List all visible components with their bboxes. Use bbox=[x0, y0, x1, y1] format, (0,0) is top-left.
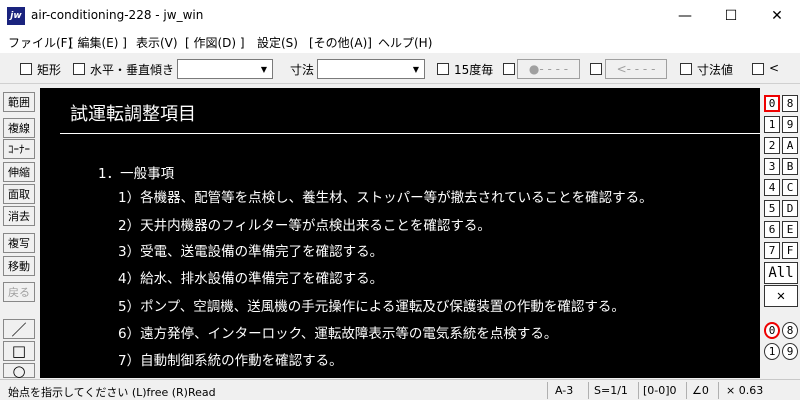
arrow-checkbox[interactable] bbox=[590, 63, 602, 75]
layer-button-7[interactable]: 7 bbox=[764, 242, 780, 259]
horizontal-vertical-label: 水平・垂直 bbox=[90, 63, 151, 77]
document-title: 試運転調整項目 bbox=[70, 104, 196, 125]
menu-edit[interactable]: [ 編集(E) ] bbox=[69, 34, 127, 51]
layer-button-c[interactable]: C bbox=[782, 179, 798, 196]
slope-select[interactable]: ▼ bbox=[177, 59, 273, 79]
extra-label: < bbox=[769, 61, 780, 75]
scale[interactable]: S=1/1 bbox=[594, 384, 628, 397]
line-tool-button[interactable]: ／ bbox=[3, 319, 35, 339]
layer-button-6[interactable]: 6 bbox=[764, 221, 780, 238]
range-button[interactable]: 範囲 bbox=[3, 92, 35, 112]
undo-button[interactable]: 戻る bbox=[3, 282, 35, 302]
document-line: 6）遠方発停、インターロック、運転故障表示等の電気系統を点検する。 bbox=[118, 326, 558, 342]
rect-checkbox[interactable] bbox=[20, 63, 32, 75]
layer-button-8[interactable]: 8 bbox=[782, 95, 798, 112]
menu-help[interactable]: ヘルプ(H) bbox=[378, 34, 432, 51]
group-button-1[interactable]: 1 bbox=[764, 343, 780, 360]
zoom-level[interactable]: × 0.63 bbox=[726, 384, 763, 397]
status-divider bbox=[588, 382, 589, 399]
menu-bar: ファイル(F) [ 編集(E) ] 表示(V) [ 作図(D) ] 設定(S) … bbox=[0, 31, 800, 53]
document-line: 5）ポンプ、空調機、送風機の手元操作による運転及び保護装置の作動を確認する。 bbox=[118, 299, 625, 315]
current-layer[interactable]: [0-0]0 bbox=[643, 384, 677, 397]
document-line: 1）各機器、配管等を点検し、養生材、ストッパー等が撤去されていることを確認する。 bbox=[118, 190, 653, 206]
maximize-button[interactable]: ☐ bbox=[708, 0, 754, 31]
layer-panel: 0 8 1 9 2 A 3 B 4 C 5 D 6 E 7 F All ✕ 0 … bbox=[762, 88, 800, 378]
layer-button-b[interactable]: B bbox=[782, 158, 798, 175]
rect-label: 矩形 bbox=[37, 63, 62, 77]
dimension-value-label: 寸法値 bbox=[697, 63, 734, 77]
app-logo-icon: jw bbox=[7, 7, 25, 25]
dimension-value-checkbox[interactable] bbox=[680, 63, 692, 75]
extra-checkbox[interactable] bbox=[752, 63, 764, 75]
corner-button[interactable]: ｺｰﾅｰ bbox=[3, 139, 35, 159]
paper-size[interactable]: A-3 bbox=[555, 384, 573, 397]
slope-label: 傾き bbox=[150, 63, 175, 77]
move-button[interactable]: 移動 bbox=[3, 256, 35, 276]
toolbar: 矩形 水平・垂直 傾き ▼ 寸法 ▼ 15度毎 ●- - - - <- - - … bbox=[0, 54, 800, 84]
layer-button-0[interactable]: 0 bbox=[764, 95, 780, 112]
cross-icon[interactable]: ✕ bbox=[764, 285, 798, 307]
copy-button[interactable]: 複写 bbox=[3, 233, 35, 253]
all-layers-button[interactable]: All bbox=[764, 262, 798, 284]
menu-draw[interactable]: [ 作図(D) ] bbox=[185, 34, 245, 51]
close-button[interactable]: ✕ bbox=[754, 0, 800, 31]
layer-button-a[interactable]: A bbox=[782, 137, 798, 154]
document-line: 4）給水、排水設備の準備完了を確認する。 bbox=[118, 271, 384, 287]
deg15-checkbox[interactable] bbox=[437, 63, 449, 75]
drawing-canvas[interactable]: 試運転調整項目 1．一般事項 1）各機器、配管等を点検し、養生材、ストッパー等が… bbox=[40, 88, 760, 378]
erase-button[interactable]: 消去 bbox=[3, 206, 35, 226]
arrow-line-button[interactable]: <- - - - bbox=[605, 59, 667, 79]
title-bar: jw air-conditioning-228 - jw_win — ☐ ✕ bbox=[0, 0, 800, 31]
circle-tool-button[interactable]: ○ bbox=[3, 362, 35, 380]
angle[interactable]: ∠0 bbox=[692, 384, 709, 397]
chevron-down-icon: ▼ bbox=[412, 64, 420, 74]
menu-file[interactable]: ファイル(F) bbox=[8, 34, 72, 51]
status-divider bbox=[686, 382, 687, 399]
chamfer-button[interactable]: 面取 bbox=[3, 184, 35, 204]
layer-button-e[interactable]: E bbox=[782, 221, 798, 238]
title-underline bbox=[60, 133, 760, 134]
status-bar: 始点を指示してください (L)free (R)Read A-3 S=1/1 [0… bbox=[0, 379, 800, 400]
status-divider bbox=[547, 382, 548, 399]
minimize-button[interactable]: — bbox=[662, 0, 708, 31]
dimension-select[interactable]: ▼ bbox=[317, 59, 425, 79]
extend-button[interactable]: 伸縮 bbox=[3, 162, 35, 182]
deg15-label: 15度毎 bbox=[454, 63, 494, 77]
layer-button-5[interactable]: 5 bbox=[764, 200, 780, 217]
document-line: 2）天井内機器のフィルター等が点検出来ることを確認する。 bbox=[118, 218, 491, 234]
layer-button-2[interactable]: 2 bbox=[764, 137, 780, 154]
document-line: 7）自動制御系統の作動を確認する。 bbox=[118, 353, 343, 369]
layer-button-4[interactable]: 4 bbox=[764, 179, 780, 196]
left-toolbar: 範囲 複線 ｺｰﾅｰ 伸縮 面取 消去 複写 移動 戻る ／ □ ○ bbox=[0, 88, 38, 380]
menu-other[interactable]: [その他(A)] bbox=[309, 34, 372, 51]
layer-button-3[interactable]: 3 bbox=[764, 158, 780, 175]
window-title: air-conditioning-228 - jw_win bbox=[31, 8, 204, 22]
document-heading: 1．一般事項 bbox=[98, 166, 175, 182]
menu-view[interactable]: 表示(V) bbox=[136, 34, 178, 51]
status-divider bbox=[638, 382, 639, 399]
dimension-label: 寸法 bbox=[290, 63, 315, 77]
menu-settings[interactable]: 設定(S) bbox=[257, 34, 298, 51]
offset-line-button[interactable]: 複線 bbox=[3, 118, 35, 138]
document-line: 3）受電、送電設備の準備完了を確認する。 bbox=[118, 244, 384, 260]
status-divider bbox=[718, 382, 719, 399]
layer-button-1[interactable]: 1 bbox=[764, 116, 780, 133]
layer-button-9[interactable]: 9 bbox=[782, 116, 798, 133]
rectangle-tool-button[interactable]: □ bbox=[3, 341, 35, 361]
layer-button-d[interactable]: D bbox=[782, 200, 798, 217]
chevron-down-icon: ▼ bbox=[260, 64, 268, 74]
group-button-8[interactable]: 8 bbox=[782, 322, 798, 339]
dots-checkbox[interactable] bbox=[503, 63, 515, 75]
group-button-0[interactable]: 0 bbox=[764, 322, 780, 339]
status-message: 始点を指示してください (L)free (R)Read bbox=[8, 386, 216, 399]
group-button-9[interactable]: 9 bbox=[782, 343, 798, 360]
layer-button-f[interactable]: F bbox=[782, 242, 798, 259]
horizontal-vertical-checkbox[interactable] bbox=[73, 63, 85, 75]
dot-line-button[interactable]: ●- - - - bbox=[517, 59, 580, 79]
